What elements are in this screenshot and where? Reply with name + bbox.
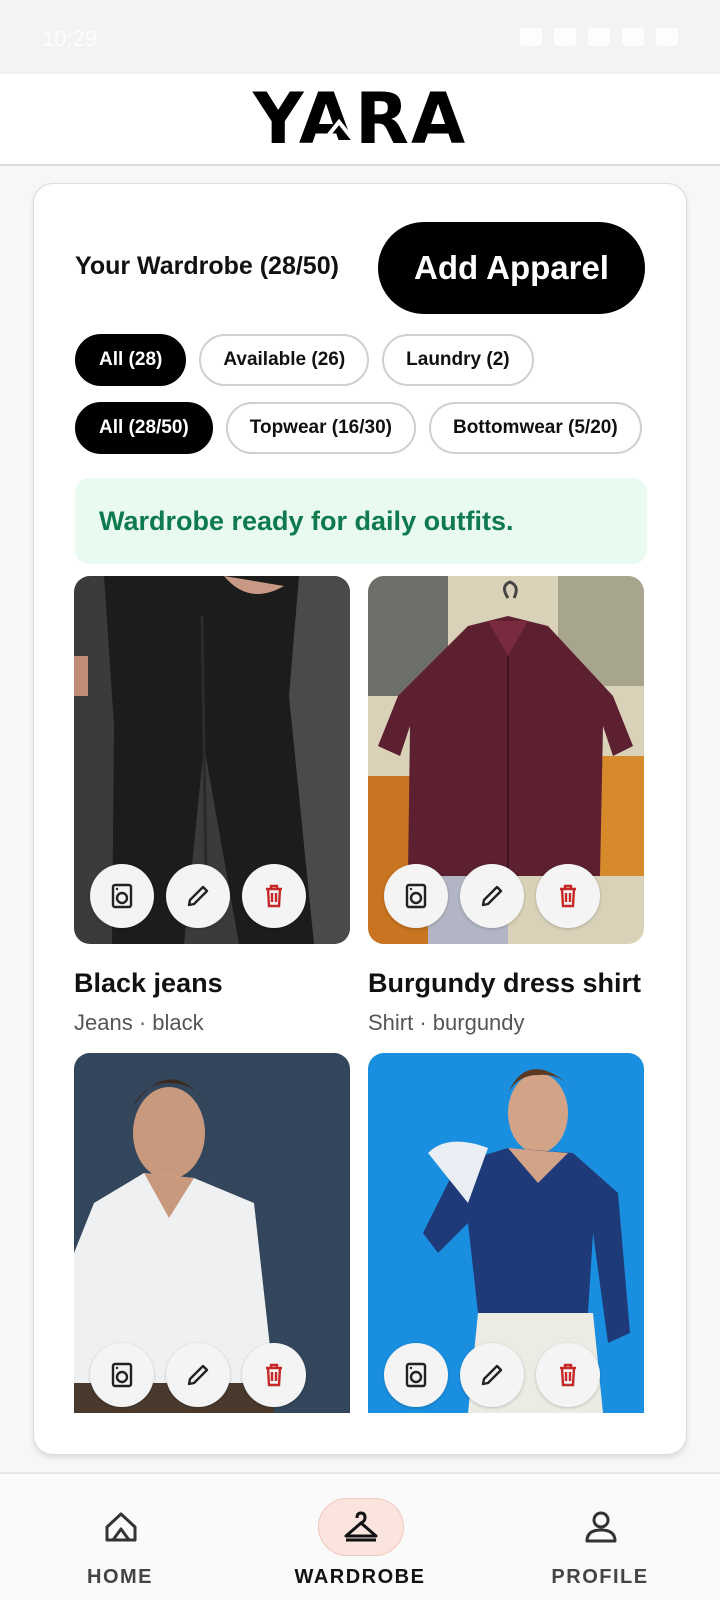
edit-button[interactable] bbox=[460, 864, 524, 928]
app-logo: YARA bbox=[253, 84, 467, 154]
filter-chip-available[interactable]: Available (26) bbox=[199, 334, 370, 386]
delete-icon bbox=[560, 884, 576, 908]
bottom-nav: HOME WARDROBE PROFILE bbox=[0, 1472, 720, 1600]
nav-profile-icon-wrap bbox=[558, 1498, 644, 1556]
nav-wardrobe-icon-wrap bbox=[318, 1498, 404, 1556]
alarm-icon bbox=[520, 28, 542, 46]
status-bar: 10:29 bbox=[0, 0, 720, 74]
edit-icon bbox=[481, 885, 503, 907]
delete-icon bbox=[266, 884, 282, 908]
laundry-icon bbox=[405, 1362, 427, 1388]
signal-icon bbox=[622, 28, 644, 46]
hanger-icon bbox=[344, 1511, 378, 1542]
delete-button[interactable] bbox=[536, 1343, 600, 1407]
delete-icon bbox=[560, 1363, 576, 1387]
delete-icon bbox=[266, 1363, 282, 1387]
home-icon bbox=[105, 1512, 137, 1542]
edit-button[interactable] bbox=[166, 1343, 230, 1407]
laundry-button[interactable] bbox=[90, 1343, 154, 1407]
nav-profile[interactable]: PROFILE bbox=[510, 1474, 690, 1600]
filter-chip-all[interactable]: All (28) bbox=[75, 334, 187, 386]
apparel-meta: Shirt · burgundy bbox=[368, 1010, 525, 1035]
edit-icon bbox=[481, 1364, 503, 1386]
apparel-meta: Jeans · black bbox=[74, 1010, 204, 1035]
logo-text: YARA bbox=[252, 78, 468, 160]
battery-icon bbox=[656, 28, 678, 46]
delete-button[interactable] bbox=[536, 864, 600, 928]
logo-hanger-icon bbox=[318, 118, 359, 144]
status-time: 10:29 bbox=[42, 26, 98, 51]
laundry-icon bbox=[405, 883, 427, 909]
category-filter-row: All (28/50) Topwear (16/30) Bottomwear (… bbox=[75, 402, 642, 454]
laundry-button[interactable] bbox=[384, 864, 448, 928]
edit-button[interactable] bbox=[166, 864, 230, 928]
category-chip-all[interactable]: All (28/50) bbox=[75, 402, 213, 454]
apparel-name: Burgundy dress shirt bbox=[368, 968, 642, 998]
nav-home-label: HOME bbox=[87, 1566, 153, 1588]
filter-chip-laundry[interactable]: Laundry (2) bbox=[382, 334, 534, 386]
category-chip-topwear[interactable]: Topwear (16/30) bbox=[225, 402, 416, 454]
category-chip-bottomwear[interactable]: Bottomwear (5/20) bbox=[428, 402, 642, 454]
laundry-icon bbox=[111, 1362, 133, 1388]
apparel-actions bbox=[384, 1343, 600, 1407]
edit-icon bbox=[187, 885, 209, 907]
laundry-button[interactable] bbox=[384, 1343, 448, 1407]
apparel-actions bbox=[90, 1343, 306, 1407]
nav-profile-label: PROFILE bbox=[551, 1566, 649, 1588]
app-header: YARA bbox=[0, 74, 720, 166]
edit-icon bbox=[187, 1364, 209, 1386]
laundry-button[interactable] bbox=[90, 864, 154, 928]
call-icon bbox=[588, 28, 610, 46]
nav-home-icon-wrap bbox=[78, 1498, 164, 1556]
delete-button[interactable] bbox=[242, 1343, 306, 1407]
delete-button[interactable] bbox=[242, 864, 306, 928]
apparel-actions bbox=[384, 864, 600, 928]
nav-wardrobe-label: WARDROBE bbox=[294, 1566, 426, 1588]
apparel-actions bbox=[90, 864, 306, 928]
edit-button[interactable] bbox=[460, 1343, 524, 1407]
laundry-icon bbox=[111, 883, 133, 909]
status-banner: Wardrobe ready for daily outfits. bbox=[75, 478, 647, 564]
person-icon bbox=[585, 1511, 617, 1543]
status-filter-row: All (28) Available (26) Laundry (2) bbox=[75, 334, 534, 386]
add-apparel-button[interactable]: Add Apparel bbox=[378, 222, 645, 314]
wifi-icon bbox=[554, 28, 576, 46]
wardrobe-title: Your Wardrobe (28/50) bbox=[75, 252, 339, 280]
status-icons bbox=[520, 28, 678, 46]
apparel-name: Black jeans bbox=[74, 968, 223, 998]
wardrobe-card: Your Wardrobe (28/50) Add Apparel All (2… bbox=[33, 183, 687, 1455]
nav-wardrobe[interactable]: WARDROBE bbox=[270, 1474, 450, 1600]
nav-home[interactable]: HOME bbox=[30, 1474, 210, 1600]
